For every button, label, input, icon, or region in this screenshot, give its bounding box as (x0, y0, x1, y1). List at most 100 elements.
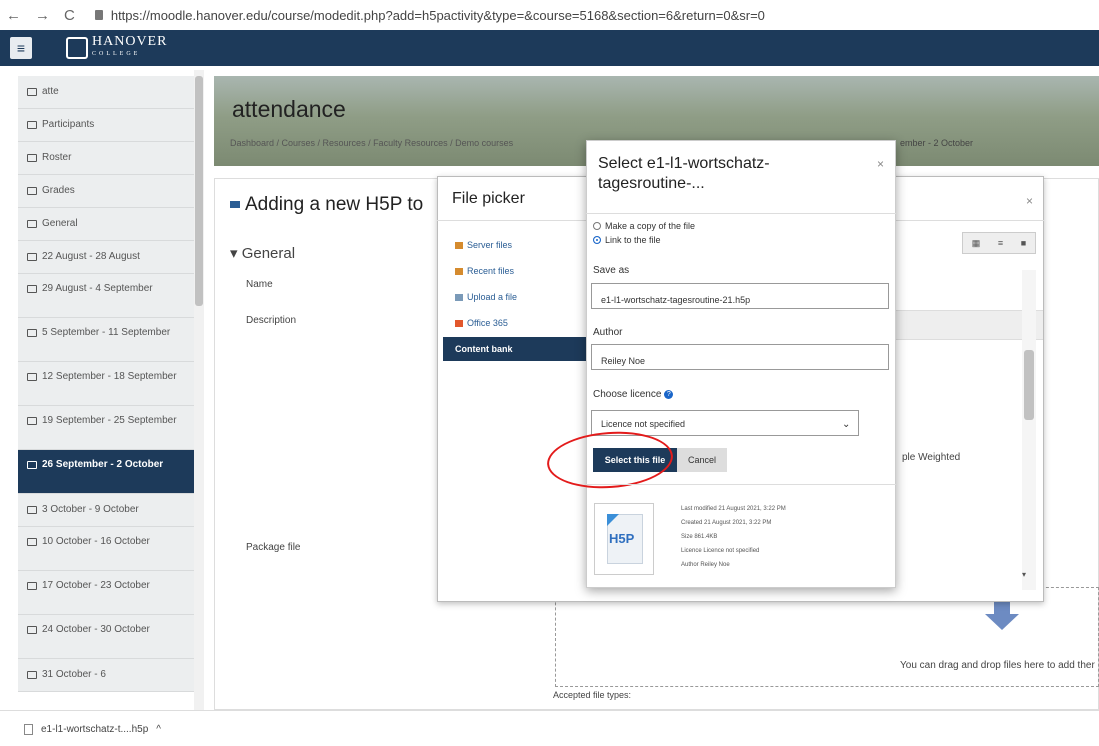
list-view-icon[interactable]: ≡ (998, 238, 1003, 248)
logo-text: HANOVER COLLEGE (92, 34, 168, 58)
h5p-activity-icon (230, 201, 240, 209)
chevron-down-icon: ⌄ (842, 419, 851, 430)
file-icon (24, 724, 33, 735)
grades-icon (27, 187, 37, 195)
course-sidebar: atte Participants Roster Grades General … (18, 76, 194, 710)
sidebar-item-week[interactable]: 3 October - 9 October (18, 494, 194, 527)
breadcrumb-current[interactable]: ember - 2 October (900, 138, 973, 148)
select-dialog-title: Select e1-l1-wortschatz-tagesroutine-... (598, 155, 770, 192)
grid-view-icon[interactable]: ▦ (972, 238, 981, 249)
file-meta-licence: Licence Licence not specified (681, 548, 760, 554)
download-item[interactable]: e1-l1-wortschatz-t....h5p ^ (24, 724, 161, 735)
accepted-types-label: Accepted file types: (553, 690, 632, 700)
file-drop-zone[interactable] (555, 587, 1099, 687)
file-list-header (888, 310, 1043, 340)
file-thumbnail: H5P (594, 503, 654, 575)
folder-icon (27, 626, 37, 634)
folder-icon (27, 506, 37, 514)
folder-icon (27, 285, 37, 293)
scroll-down-icon[interactable]: ▾ (1022, 570, 1026, 579)
folder-icon (27, 373, 37, 381)
office-icon (455, 319, 463, 327)
sidebar-scroll-thumb[interactable] (195, 76, 203, 306)
folder-icon (27, 253, 37, 261)
name-label: Name (246, 279, 273, 290)
file-picker-title: File picker (452, 190, 525, 207)
repo-recent-files[interactable]: Recent files (455, 266, 514, 276)
file-list-scrollbar[interactable] (1022, 270, 1036, 590)
cancel-button[interactable]: Cancel (677, 448, 727, 472)
radio-make-copy[interactable]: Make a copy of the file (593, 221, 695, 231)
sidebar-item-grades[interactable]: Grades (18, 175, 194, 208)
file-picker-close-icon[interactable]: × (1026, 194, 1033, 208)
upload-icon (455, 293, 463, 301)
repo-upload-file[interactable]: Upload a file (455, 292, 517, 302)
file-meta-size: Size 861.4KB (681, 534, 718, 540)
author-input[interactable] (591, 344, 889, 370)
folder-icon (27, 582, 37, 590)
file-meta-author: Author Reiley Noe (681, 562, 730, 568)
select-dialog-close-icon[interactable]: × (877, 157, 884, 171)
radio-icon (593, 222, 601, 230)
help-icon[interactable]: ? (664, 389, 674, 399)
folder-icon (27, 329, 37, 337)
site-logo[interactable]: HANOVER COLLEGE (66, 34, 168, 60)
drop-zone-text: You can drag and drop files here to add … (900, 660, 1095, 671)
sidebar-item-week[interactable]: 29 August - 4 September (18, 274, 194, 318)
divider (586, 484, 896, 485)
file-meta-modified: Last modified 21 August 2021, 3:22 PM (681, 506, 786, 512)
view-mode-buttons[interactable]: ▦ ≡ ■ (962, 232, 1036, 254)
download-bar (0, 710, 1099, 746)
folder-icon (27, 461, 37, 469)
form-heading: Adding a new H5P to (230, 194, 423, 216)
file-meta-created: Created 21 August 2021, 3:22 PM (681, 520, 772, 526)
folder-icon (27, 220, 37, 228)
folder-icon (27, 538, 37, 546)
tree-view-icon[interactable]: ■ (1021, 238, 1026, 248)
drop-arrow-icon (994, 600, 1010, 615)
folder-icon (455, 241, 463, 249)
package-file-label: Package file (246, 542, 301, 553)
page-title: attendance (232, 96, 346, 122)
repo-office-365[interactable]: Office 365 (455, 318, 508, 328)
sidebar-item-week[interactable]: 19 September - 25 September (18, 406, 194, 450)
back-icon[interactable]: ← (6, 7, 21, 24)
forward-icon[interactable]: → (35, 7, 50, 24)
save-as-label: Save as (593, 265, 630, 276)
sidebar-item-week[interactable]: 17 October - 23 October (18, 571, 194, 615)
sidebar-item-week[interactable]: 31 October - 6 (18, 659, 194, 692)
folder-icon (27, 417, 37, 425)
reload-icon[interactable]: C (64, 7, 75, 24)
users-icon (27, 121, 37, 129)
menu-button[interactable]: ≡ (10, 37, 32, 59)
sidebar-item-week[interactable]: 5 September - 11 September (18, 318, 194, 362)
repo-content-bank[interactable]: Content bank (443, 337, 587, 361)
sidebar-item-week[interactable]: 24 October - 30 October (18, 615, 194, 659)
sidebar-item-roster[interactable]: Roster (18, 142, 194, 175)
section-general[interactable]: ▾ General (230, 244, 295, 262)
sidebar-item-course[interactable]: atte (18, 76, 194, 109)
course-icon (27, 88, 37, 96)
address-bar[interactable]: https://moodle.hanover.edu/course/modedi… (94, 7, 765, 23)
description-label: Description (246, 315, 297, 326)
sidebar-item-week[interactable]: 22 August - 28 August (18, 241, 194, 274)
breadcrumb[interactable]: Dashboard / Courses / Resources / Facult… (230, 138, 513, 148)
folder-icon (455, 267, 463, 275)
sidebar-item-general[interactable]: General (18, 208, 194, 241)
file-list-scroll-thumb[interactable] (1024, 350, 1034, 420)
sidebar-item-week[interactable]: 12 September - 18 September (18, 362, 194, 406)
radio-link-file[interactable]: Link to the file (593, 235, 661, 245)
roster-icon (27, 154, 37, 162)
sidebar-item-participants[interactable]: Participants (18, 109, 194, 142)
save-as-input[interactable] (591, 283, 889, 309)
document-corner (607, 514, 619, 526)
h5p-logo: H5P (609, 531, 635, 546)
sidebar-item-week-current[interactable]: 26 September - 2 October (18, 450, 194, 494)
crest-icon (66, 37, 88, 59)
chevron-up-icon[interactable]: ^ (156, 724, 161, 735)
repo-server-files[interactable]: Server files (455, 240, 512, 250)
drop-arrow-head-icon (985, 614, 1019, 630)
sidebar-item-week[interactable]: 10 October - 16 October (18, 527, 194, 571)
url-text: https://moodle.hanover.edu/course/modedi… (110, 7, 765, 23)
radio-selected-icon (593, 236, 601, 244)
